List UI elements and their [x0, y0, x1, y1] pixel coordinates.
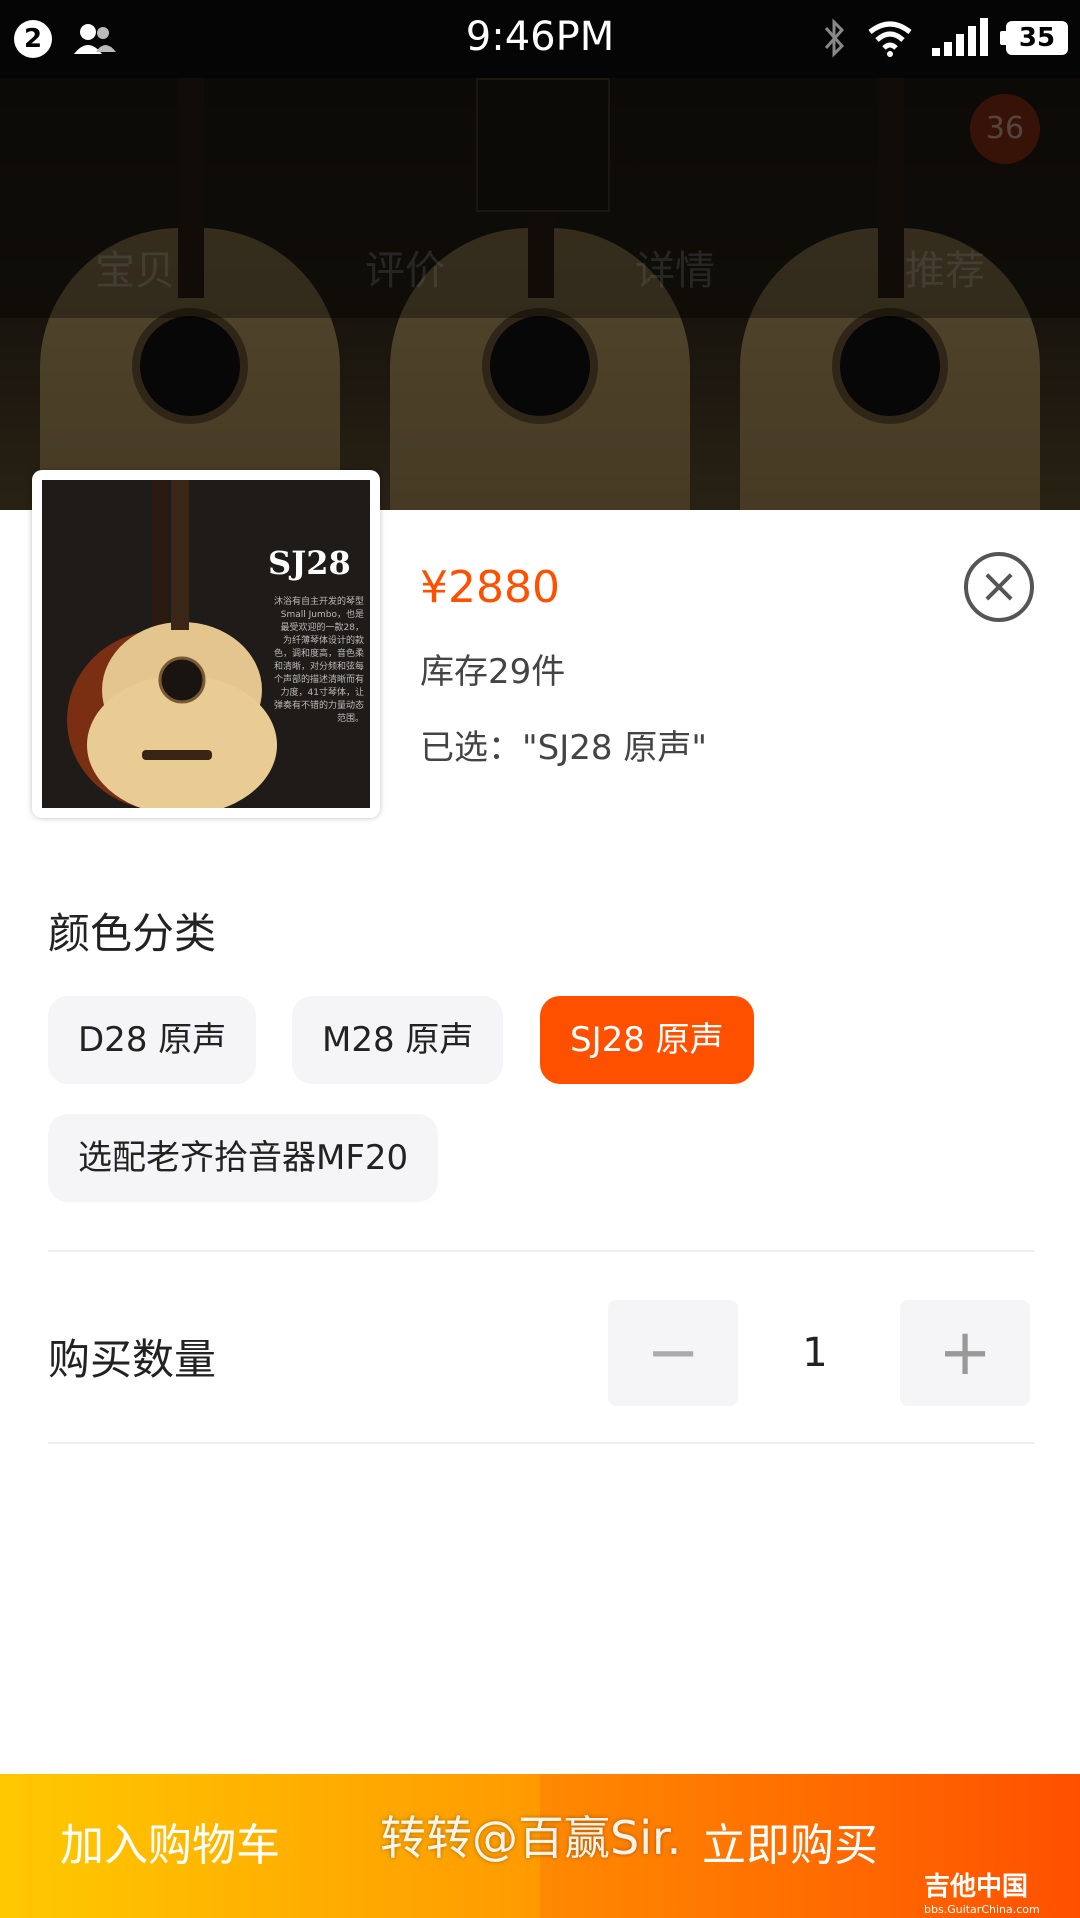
selected-variant: 已选："SJ28 原声"	[420, 728, 707, 768]
background-product-page: 36 宝贝 评价 详情 推荐	[0, 78, 1080, 510]
buy-now-label: 立即购买	[702, 1820, 878, 1871]
bluetooth-icon	[824, 18, 845, 58]
image-model-title: SJ28	[268, 544, 351, 582]
battery-icon: 35	[1000, 21, 1068, 55]
wifi-icon	[868, 21, 912, 57]
watermark-text: 转转@百赢Sir.	[380, 1811, 682, 1865]
option-sj28[interactable]: SJ28 原声	[540, 996, 754, 1084]
image-description: 沐浴有自主开发的琴型 Small Jumbo，也是最受欢迎的一款28，为纤薄琴体…	[274, 597, 365, 724]
watermark-logo-main: 吉他中国	[924, 1872, 1029, 1902]
stock-count: 库存29件	[420, 652, 566, 692]
color-section-title: 颜色分类	[48, 909, 217, 958]
close-icon[interactable]: ×	[964, 552, 1034, 622]
divider	[48, 1250, 1034, 1252]
status-bar: 2 9:46PM 35	[0, 0, 1080, 78]
watermark-logo-sub: bbs.GuitarChina.com	[924, 1903, 1040, 1916]
quantity-plus-button[interactable]: +	[900, 1300, 1030, 1406]
dim-overlay[interactable]	[0, 78, 1080, 510]
add-to-cart-label: 加入购物车	[60, 1820, 280, 1871]
quantity-value[interactable]: 1	[740, 1330, 890, 1376]
option-m28[interactable]: M28 原声	[292, 996, 504, 1084]
quantity-label: 购买数量	[48, 1335, 217, 1384]
product-price: ¥2880	[420, 562, 560, 613]
divider	[48, 1442, 1034, 1444]
product-thumbnail: SJ28 沐浴有自主开发的琴型 Small Jumbo，也是最受欢迎的一款28，…	[32, 470, 380, 818]
quantity-minus-button[interactable]: −	[608, 1300, 738, 1406]
watermark-logo: 吉他中国 bbs.GuitarChina.com	[924, 1866, 1074, 1916]
signal-icon	[932, 18, 988, 56]
option-d28[interactable]: D28 原声	[48, 996, 257, 1084]
option-pickup-mf20[interactable]: 选配老齐拾音器MF20	[48, 1114, 439, 1202]
